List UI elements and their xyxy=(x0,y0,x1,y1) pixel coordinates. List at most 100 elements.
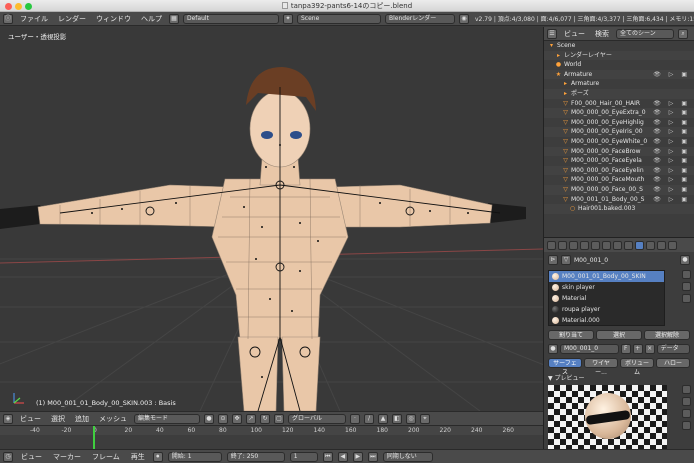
material-slot-list[interactable]: M00_001_01_Body_00_SKIN skin player Materi… xyxy=(548,270,665,326)
material-slot[interactable]: roupa player xyxy=(549,304,664,315)
menu-help[interactable]: ヘルプ xyxy=(138,14,165,24)
material-slot[interactable]: Material.000 xyxy=(549,315,664,326)
pin-icon[interactable]: ⊳ xyxy=(548,255,558,265)
context-object-name[interactable]: M00_001_0 xyxy=(574,257,608,264)
deselect-button[interactable]: 選択解除 xyxy=(644,330,690,340)
viewport-menu-select[interactable]: 選択 xyxy=(48,414,68,424)
outliner-row[interactable]: ▽ M00_000_00_FaceEyelin 👁 ▷ ▣ xyxy=(544,165,694,176)
assign-button[interactable]: 割り当て xyxy=(548,330,594,340)
physics-tab-icon[interactable] xyxy=(668,240,677,250)
visibility-toggles[interactable]: 👁 ▷ ▣ xyxy=(653,166,690,176)
viewport-editor-icon[interactable]: ◈ xyxy=(3,413,13,424)
data-tab-icon[interactable] xyxy=(624,240,633,250)
proportional-edit-icon[interactable]: ◎ xyxy=(406,413,416,424)
visibility-toggles[interactable]: 👁 ▷ ▣ xyxy=(653,108,690,118)
interaction-mode-select[interactable]: 編集モード xyxy=(134,413,200,424)
timeline-menu-marker[interactable]: マーカー xyxy=(50,452,84,462)
shading-icon[interactable]: ● xyxy=(204,413,214,424)
outliner-row[interactable]: ▽ M00_000_00_Face_00_S 👁 ▷ ▣ xyxy=(544,184,694,195)
screen-layout-field[interactable]: Default xyxy=(183,13,279,24)
record-icon[interactable]: ⏺ xyxy=(152,451,163,462)
render-layers-tab-icon[interactable] xyxy=(558,240,567,250)
surface-tab[interactable]: サーフェス xyxy=(548,358,582,376)
menu-window[interactable]: ウィンドウ xyxy=(93,14,134,24)
snap-icon[interactable]: ⌖ xyxy=(420,413,430,424)
material-browse-icon[interactable]: ● xyxy=(548,344,558,354)
play-icon[interactable]: ▶ xyxy=(352,451,363,462)
material-slot[interactable]: M00_001_01_Body_00_SKIN xyxy=(549,271,664,282)
outliner-row[interactable]: ▽ M00_000_00_EyeIris_00 👁 ▷ ▣ xyxy=(544,127,694,137)
render-engine-select[interactable]: Blenderレンダー xyxy=(385,13,455,24)
timeline-editor-icon[interactable]: ◷ xyxy=(3,451,13,462)
outliner-row[interactable]: ▽ F00_000_Hair_00_HAIR 👁 ▷ ▣ xyxy=(544,99,694,109)
render-tab-icon[interactable] xyxy=(547,240,556,250)
outliner-menu-search[interactable]: 検索 xyxy=(592,29,612,39)
occlude-icon[interactable]: ◧ xyxy=(392,413,402,424)
outliner-search-icon[interactable]: ⌕ xyxy=(678,28,688,39)
preview-sphere-icon[interactable] xyxy=(682,385,691,394)
menu-render[interactable]: レンダー xyxy=(55,14,89,24)
play-reverse-icon[interactable]: ◀ xyxy=(337,451,348,462)
scene-tab-icon[interactable] xyxy=(569,240,578,250)
outliner-row[interactable]: ▸ レンダーレイヤー xyxy=(544,50,694,61)
wire-tab[interactable]: ワイヤー... xyxy=(584,358,618,376)
maximize-window-button[interactable] xyxy=(25,3,32,10)
new-material-icon[interactable]: + xyxy=(632,344,643,354)
pivot-icon[interactable]: ⊙ xyxy=(218,413,228,424)
texture-tab-icon[interactable] xyxy=(646,240,655,250)
link-data-select[interactable]: データ xyxy=(656,344,690,354)
visibility-toggles[interactable]: 👁 ▷ ▣ xyxy=(653,195,690,205)
viewport-menu-mesh[interactable]: メッシュ xyxy=(96,414,130,424)
visibility-toggles[interactable]: 👁 ▷ ▣ xyxy=(653,175,690,185)
scale-icon[interactable]: ▢ xyxy=(274,413,284,424)
scene-field[interactable]: Scene xyxy=(297,13,381,24)
viewport-menu-view[interactable]: ビュー xyxy=(17,414,44,424)
rotate-icon[interactable]: ↻ xyxy=(260,413,270,424)
visibility-toggles[interactable]: 👁 ▷ ▣ xyxy=(653,118,690,128)
face-select-icon[interactable]: ▲ xyxy=(378,413,388,424)
outliner-row[interactable]: ▽ M00_000_00_EyeHighlig 👁 ▷ ▣ xyxy=(544,118,694,128)
volume-tab[interactable]: ボリューム xyxy=(620,358,654,376)
preview-panel-header[interactable]: ▼ プレビュー xyxy=(544,370,694,385)
outliner-editor-icon[interactable]: ☰ xyxy=(547,28,557,39)
jump-start-icon[interactable]: ⏮ xyxy=(322,451,333,462)
timeline-menu-frame[interactable]: フレーム xyxy=(89,452,123,462)
world-tab-icon[interactable] xyxy=(580,240,589,250)
orientation-select[interactable]: グローバル xyxy=(288,413,346,424)
minimize-window-button[interactable] xyxy=(15,3,22,10)
outliner-row[interactable]: ○ Hair001.baked.003 xyxy=(544,204,694,214)
visibility-toggles[interactable]: 👁 ▷ ▣ xyxy=(653,185,690,195)
timeline-editor[interactable]: -40-200204060801001201401601802002202402… xyxy=(0,425,543,450)
translate-icon[interactable]: ↗ xyxy=(246,413,256,424)
constraints-tab-icon[interactable] xyxy=(602,240,611,250)
material-tab-icon[interactable] xyxy=(635,240,644,250)
outliner-row[interactable]: ▽ M00_000_00_FaceMouth 👁 ▷ ▣ xyxy=(544,175,694,185)
screen-layout-icon[interactable]: ▦ xyxy=(169,13,179,24)
timeline-menu-playback[interactable]: 再生 xyxy=(128,452,148,462)
outliner-display-mode-select[interactable]: 全てのシーン xyxy=(616,28,674,39)
remove-slot-icon[interactable] xyxy=(682,282,691,291)
start-frame-field[interactable]: 開始: 1 xyxy=(167,451,222,462)
halo-tab[interactable]: ハロー xyxy=(656,358,690,368)
slot-menu-icon[interactable] xyxy=(682,294,691,303)
outliner-row[interactable]: ▽ M00_000_00_EyeWhite_0 👁 ▷ ▣ xyxy=(544,137,694,147)
end-frame-field[interactable]: 終了: 250 xyxy=(226,451,285,462)
timeline-menu-view[interactable]: ビュー xyxy=(18,452,45,462)
close-window-button[interactable] xyxy=(5,3,12,10)
vertex-select-icon[interactable]: · xyxy=(350,413,360,424)
material-slot[interactable]: skin player xyxy=(549,282,664,293)
preview-hair-icon[interactable] xyxy=(682,421,691,430)
object-tab-icon[interactable] xyxy=(591,240,600,250)
visibility-toggles[interactable]: 👁 ▷ ▣ xyxy=(653,137,690,147)
visibility-toggles[interactable]: 👁 ▷ ▣ xyxy=(653,70,690,80)
current-frame-indicator[interactable] xyxy=(93,426,95,450)
visibility-toggles[interactable]: 👁 ▷ ▣ xyxy=(653,127,690,137)
select-button[interactable]: 選択 xyxy=(596,330,642,340)
modifiers-tab-icon[interactable] xyxy=(613,240,622,250)
add-slot-icon[interactable] xyxy=(682,270,691,279)
outliner-row[interactable]: ★ Armature 👁 ▷ ▣ xyxy=(544,69,694,80)
outliner-row[interactable]: ▽ M00_000_00_FaceEyela 👁 ▷ ▣ xyxy=(544,156,694,166)
frame-ruler[interactable]: -40-200204060801001201401601802002202402… xyxy=(0,426,543,435)
material-name-field[interactable]: M00_001_0 xyxy=(560,344,619,354)
outliner-row[interactable]: ▽ M00_000_00_EyeExtra_0 👁 ▷ ▣ xyxy=(544,108,694,118)
